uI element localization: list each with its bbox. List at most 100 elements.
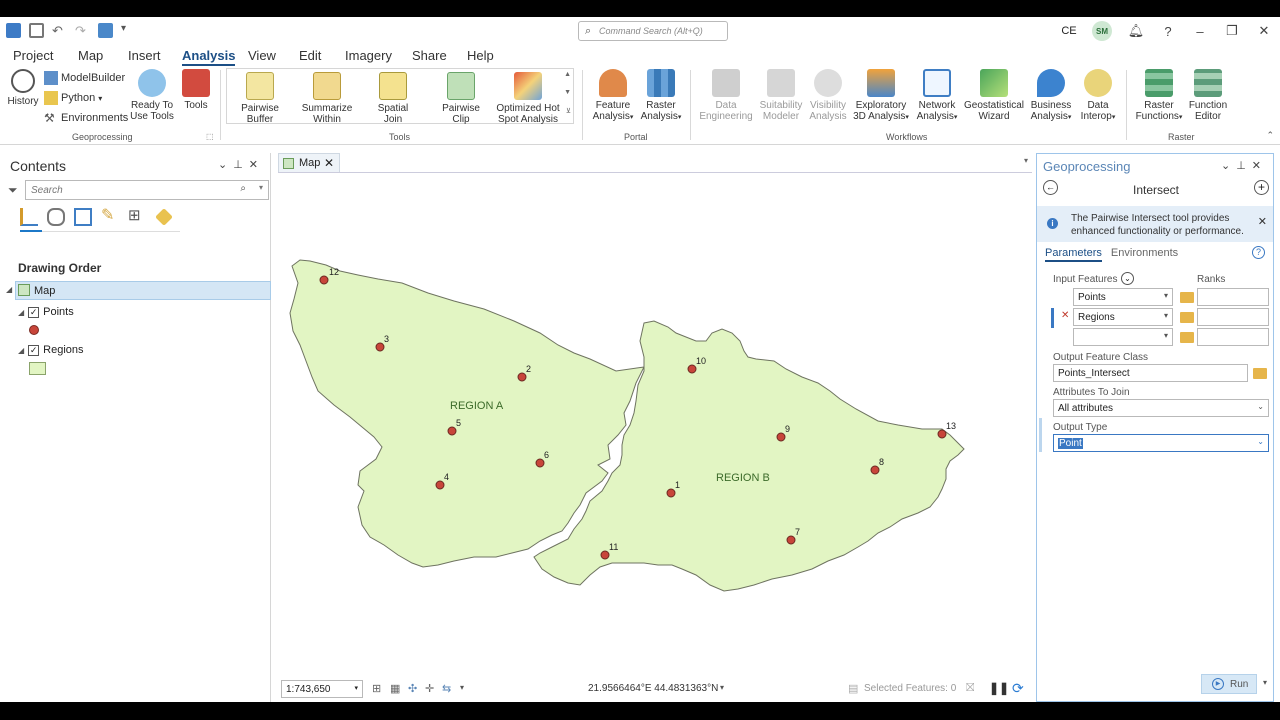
- tab-help[interactable]: Help: [467, 48, 494, 63]
- suitability-modeler-button[interactable]: Suitability Modeler: [756, 69, 806, 122]
- gallery-expand-icon[interactable]: ⊻: [566, 107, 571, 115]
- chevron-down-icon[interactable]: ▾: [460, 683, 464, 692]
- environments-button[interactable]: ⚒ Environments: [44, 111, 128, 125]
- chevron-down-icon[interactable]: ▾: [720, 683, 724, 692]
- point-marker[interactable]: [776, 432, 786, 442]
- tab-view[interactable]: View: [248, 48, 276, 63]
- attributes-to-join-select[interactable]: All attributes ⌄: [1053, 399, 1269, 417]
- network-analysis-button[interactable]: Network Analysis▾: [914, 69, 960, 123]
- output-type-select[interactable]: Point ⌄: [1053, 434, 1269, 452]
- modelbuilder-button[interactable]: ModelBuilder: [44, 71, 125, 85]
- tab-parameters[interactable]: Parameters: [1045, 247, 1102, 262]
- new-project-icon[interactable]: [6, 23, 21, 38]
- rank-input-1[interactable]: [1197, 288, 1269, 306]
- geostatistical-wizard-button[interactable]: Geostatistical Wizard: [962, 69, 1026, 122]
- minimize-icon[interactable]: –: [1184, 24, 1216, 39]
- point-marker[interactable]: [375, 342, 385, 352]
- notifications-icon[interactable]: 🔔︎: [1120, 23, 1152, 39]
- navigator-icon[interactable]: ✣: [408, 682, 417, 695]
- ready-to-use-tools-button[interactable]: Ready To Use Tools: [124, 69, 180, 122]
- folder-icon[interactable]: [1180, 332, 1194, 343]
- user-initials[interactable]: CE: [1054, 25, 1084, 37]
- map-tab[interactable]: Map ✕: [278, 153, 340, 173]
- gallery-scroll-up-icon[interactable]: ▲: [564, 71, 571, 78]
- raster-analysis-button[interactable]: Raster Analysis▾: [638, 69, 684, 123]
- pin-icon[interactable]: ⊥: [1236, 160, 1252, 172]
- input-feature-3[interactable]: ▾: [1073, 328, 1173, 346]
- run-button[interactable]: ▶ Run: [1201, 674, 1257, 694]
- rank-input-3[interactable]: [1197, 328, 1269, 346]
- point-marker[interactable]: [447, 426, 457, 436]
- close-icon[interactable]: ✕: [249, 159, 264, 171]
- tab-map[interactable]: Map: [78, 48, 103, 63]
- redo-icon[interactable]: ↷: [75, 23, 90, 38]
- folder-icon[interactable]: [1180, 292, 1194, 303]
- remove-icon[interactable]: ✕: [1061, 310, 1069, 321]
- add-icon[interactable]: +: [1254, 180, 1269, 195]
- data-interop-button[interactable]: Data Interop▾: [1076, 69, 1120, 123]
- share-icon[interactable]: [98, 23, 113, 38]
- point-marker[interactable]: [786, 535, 796, 545]
- data-engineering-button[interactable]: Data Engineering: [698, 69, 754, 122]
- save-icon[interactable]: [29, 23, 44, 38]
- point-marker[interactable]: [687, 364, 697, 374]
- output-feature-class-input[interactable]: Points_Intersect: [1053, 364, 1248, 382]
- expand-icon[interactable]: ◢: [18, 346, 24, 355]
- expand-icon[interactable]: ◢: [6, 285, 12, 294]
- tab-insert[interactable]: Insert: [128, 48, 161, 63]
- map-canvas[interactable]: REGION A REGION B 12 3 2 10 5 6 4 1 9 8 …: [278, 173, 1032, 673]
- close-icon[interactable]: ✕: [324, 156, 334, 170]
- customize-icon[interactable]: ▾: [121, 23, 136, 38]
- point-marker[interactable]: [600, 550, 610, 560]
- business-analysis-button[interactable]: Business Analysis▾: [1028, 69, 1074, 123]
- run-options-icon[interactable]: ▾: [1263, 678, 1267, 687]
- close-icon[interactable]: ✕: [1252, 160, 1267, 172]
- exploratory-3d-button[interactable]: Exploratory 3D Analysis▾: [850, 69, 912, 123]
- gallery-scroll-down-icon[interactable]: ▼: [564, 89, 571, 96]
- scale-dropdown[interactable]: 1:743,650 ▾: [281, 680, 363, 698]
- labeling-icon[interactable]: [155, 208, 173, 226]
- data-source-icon[interactable]: [47, 208, 65, 226]
- tab-edit[interactable]: Edit: [299, 48, 321, 63]
- chevron-down-icon[interactable]: ▾: [259, 183, 263, 192]
- pause-icon[interactable]: ❚❚: [989, 681, 1009, 695]
- summarize-within-button[interactable]: Summarize Within: [299, 72, 355, 125]
- close-icon[interactable]: ✕: [1248, 23, 1280, 39]
- collapse-ribbon-icon[interactable]: ⌃: [1266, 130, 1274, 141]
- layer-points[interactable]: ◢ ✓ Points: [18, 306, 74, 318]
- chevron-down-icon[interactable]: ⌄: [218, 159, 233, 171]
- avatar[interactable]: SM: [1092, 21, 1112, 41]
- point-marker[interactable]: [535, 458, 545, 468]
- point-marker[interactable]: [870, 465, 880, 475]
- layer-visibility-checkbox[interactable]: ✓: [28, 344, 40, 356]
- undo-icon[interactable]: ↶: [52, 23, 67, 38]
- close-icon[interactable]: ✕: [1258, 216, 1267, 229]
- tab-analysis[interactable]: Analysis: [182, 48, 236, 66]
- expand-circle-icon[interactable]: ⌄: [1121, 272, 1134, 285]
- point-marker[interactable]: [517, 372, 527, 382]
- pairwise-buffer-button[interactable]: Pairwise Buffer: [237, 72, 283, 125]
- selection-icon[interactable]: [74, 208, 92, 226]
- optimized-hot-spot-button[interactable]: Optimized Hot Spot Analysis: [495, 72, 561, 125]
- feature-analysis-button[interactable]: Feature Analysis▾: [590, 69, 636, 123]
- contents-search-input[interactable]: Search ⌕ ▾: [25, 180, 269, 200]
- point-marker[interactable]: [319, 275, 329, 285]
- table-icon[interactable]: ▦: [390, 682, 400, 695]
- tab-environments[interactable]: Environments: [1111, 247, 1178, 259]
- grid-icon[interactable]: ⊞: [372, 682, 381, 695]
- restore-icon[interactable]: ❐: [1216, 23, 1248, 39]
- tab-overflow-icon[interactable]: ▾: [1024, 156, 1028, 165]
- editing-icon[interactable]: ✎: [101, 208, 119, 226]
- command-search-input[interactable]: ⌕ Command Search (Alt+Q): [578, 21, 728, 41]
- folder-icon[interactable]: [1180, 312, 1194, 323]
- help-icon[interactable]: ?: [1252, 246, 1265, 259]
- visibility-analysis-button[interactable]: Visibility Analysis: [806, 69, 850, 122]
- chevron-down-icon[interactable]: ⌄: [1221, 160, 1236, 172]
- layer-visibility-checkbox[interactable]: ✓: [28, 306, 40, 318]
- refresh-icon[interactable]: ⟳: [1012, 680, 1024, 697]
- refresh-status-icon[interactable]: ⛝: [966, 682, 974, 695]
- pin-icon[interactable]: ⊥: [233, 159, 249, 171]
- history-button[interactable]: History: [6, 69, 40, 107]
- filter-icon[interactable]: ⏷: [8, 183, 18, 198]
- layer-regions[interactable]: ◢ ✓ Regions: [18, 344, 84, 356]
